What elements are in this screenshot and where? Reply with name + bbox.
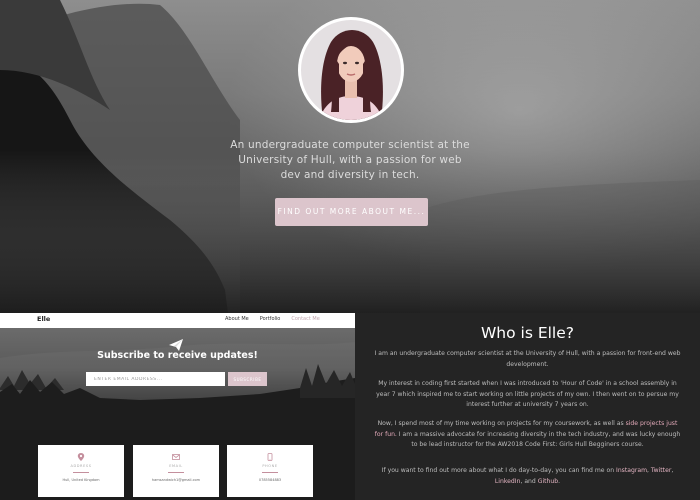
about-text: Now, I spend most of my time working on …	[377, 420, 626, 427]
about-paragraph-now: Now, I spend most of my time working on …	[373, 419, 682, 451]
nav-link-portfolio[interactable]: Portfolio	[260, 316, 281, 322]
nav-link-about-me[interactable]: About Me	[225, 316, 249, 322]
brand-logo[interactable]: Elle	[37, 315, 50, 323]
find-out-more-button[interactable]: FIND OUT MORE ABOUT ME...	[275, 198, 428, 226]
about-section: Who is Elle? I am an undergraduate compu…	[355, 313, 700, 500]
hero-section: An undergraduate computer scientist at t…	[0, 0, 700, 313]
phone-value[interactable]: 0785584883	[227, 478, 313, 482]
address-label: ADDRESS	[70, 464, 92, 468]
punctuation: .	[558, 477, 561, 485]
email-input[interactable]	[86, 372, 225, 386]
subscribe-section: Subscribe to receive updates! SUBSCRIBE	[0, 328, 355, 430]
contact-section: ADDRESS Hull, United Kingdom EMAIL hamsa…	[0, 430, 355, 500]
about-paragraph-social: If you want to find out more about what …	[373, 466, 682, 487]
phone-icon	[267, 453, 273, 461]
email-value[interactable]: hamsandwich1@gmail.com	[133, 478, 219, 482]
divider	[73, 472, 89, 473]
email-label: EMAIL	[169, 464, 183, 468]
address-card: ADDRESS Hull, United Kingdom	[38, 445, 124, 497]
instagram-link[interactable]: Instagram	[616, 467, 647, 474]
nav-link-contact-me[interactable]: Contact Me	[291, 316, 319, 322]
profile-photo	[301, 20, 401, 120]
about-heading: Who is Elle?	[480, 324, 575, 342]
linkedin-link[interactable]: LinkedIn	[495, 478, 521, 485]
profile-avatar	[298, 17, 404, 123]
hero-tagline: An undergraduate computer scientist at t…	[230, 139, 470, 181]
nav-links: About Me Portfolio Contact Me	[225, 316, 320, 322]
divider	[262, 472, 278, 473]
separator: ,	[671, 467, 674, 474]
envelope-icon	[172, 454, 180, 460]
navbar: Elle About Me Portfolio Contact Me	[0, 313, 355, 328]
phone-card: PHONE 0785584883	[227, 445, 313, 497]
subscribe-title: Subscribe to receive updates!	[97, 350, 258, 361]
address-value: Hull, United Kingdom	[62, 478, 100, 482]
twitter-link[interactable]: Twitter	[651, 467, 671, 474]
map-marker-icon	[77, 453, 85, 461]
divider	[168, 472, 184, 473]
subscribe-button[interactable]: SUBSCRIBE	[228, 372, 267, 386]
about-text: If you want to find out more about what …	[381, 467, 617, 474]
about-text: I am a massive advocate for increasing d…	[396, 430, 681, 449]
github-link[interactable]: Github	[538, 478, 558, 485]
phone-label: PHONE	[262, 464, 278, 468]
about-paragraph-history: My interest in coding first started when…	[376, 380, 679, 408]
about-paragraph-intro: I am an undergraduate computer scientist…	[374, 350, 681, 368]
separator: , and	[520, 477, 538, 485]
email-card: EMAIL hamsandwich1@gmail.com	[133, 445, 219, 497]
